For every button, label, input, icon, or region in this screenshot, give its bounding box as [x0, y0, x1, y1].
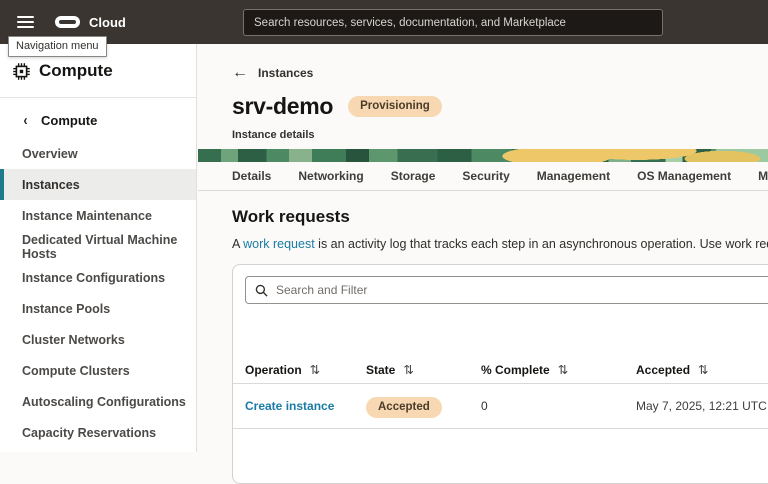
- sidebar: Compute ‹ Compute Overview Instances Ins…: [0, 44, 197, 452]
- sidebar-item-instance-maintenance[interactable]: Instance Maintenance: [0, 200, 196, 231]
- instance-header: ← Instances srv-demo Provisioning Instan…: [198, 44, 768, 141]
- description-suffix: is an activity log that tracks each step…: [315, 237, 768, 251]
- page-subtitle: Instance details: [232, 129, 768, 141]
- column-header-percent-complete: % Complete: [481, 363, 550, 377]
- percent-complete-value: 0: [481, 399, 488, 413]
- breadcrumb-back-link[interactable]: ← Instances: [232, 65, 313, 81]
- sort-icon[interactable]: ⇅: [403, 362, 413, 377]
- operation-link[interactable]: Create instance: [245, 399, 334, 413]
- hamburger-menu-icon[interactable]: [17, 16, 34, 28]
- description-prefix: A: [232, 237, 243, 251]
- work-request-link[interactable]: work request: [243, 237, 315, 251]
- filter-input[interactable]: [276, 283, 768, 297]
- global-search-input[interactable]: [244, 17, 662, 29]
- sidebar-item-instances[interactable]: Instances: [0, 169, 196, 200]
- compute-chip-icon: [13, 63, 30, 80]
- tab-networking[interactable]: Networking: [298, 169, 363, 183]
- column-header-accepted: Accepted: [636, 363, 690, 377]
- tab-security[interactable]: Security: [462, 169, 509, 183]
- section-description: A work request is an activity log that t…: [232, 237, 768, 251]
- global-search: [243, 9, 663, 36]
- work-requests-section: Work requests A work request is an activ…: [198, 207, 768, 484]
- sort-icon[interactable]: ⇅: [558, 362, 568, 377]
- sidebar-nav: Overview Instances Instance Maintenance …: [0, 138, 196, 448]
- tab-management[interactable]: Management: [537, 169, 610, 183]
- accepted-timestamp: May 7, 2025, 12:21 UTC: [636, 399, 767, 413]
- sort-icon[interactable]: ⇅: [310, 362, 320, 377]
- work-requests-card: Operation ⇅ State ⇅ % Complete ⇅ Accepte…: [232, 264, 768, 484]
- table-header-row: Operation ⇅ State ⇅ % Complete ⇅ Accepte…: [233, 356, 768, 384]
- sidebar-title-label: Compute: [39, 61, 113, 81]
- navigation-menu-tooltip: Navigation menu: [8, 36, 107, 57]
- brand-label: Cloud: [89, 15, 126, 30]
- tab-monitoring[interactable]: Monitoring: [758, 169, 768, 183]
- search-icon: [255, 284, 268, 297]
- decorative-banner-image: [198, 149, 768, 162]
- breadcrumb-label: Instances: [258, 66, 313, 80]
- sidebar-back-link[interactable]: ‹ Compute: [0, 98, 196, 138]
- filter-box: [245, 276, 768, 304]
- detail-tabs: Details Networking Storage Security Mana…: [198, 162, 768, 191]
- sidebar-item-dedicated-vm-hosts[interactable]: Dedicated Virtual Machine Hosts: [0, 231, 196, 262]
- section-heading: Work requests: [232, 207, 768, 227]
- sidebar-item-autoscaling-configurations[interactable]: Autoscaling Configurations: [0, 386, 196, 417]
- tab-os-management[interactable]: OS Management: [637, 169, 731, 183]
- sidebar-item-instance-pools[interactable]: Instance Pools: [0, 293, 196, 324]
- oracle-logo-icon: [55, 16, 80, 28]
- main-content: ← Instances srv-demo Provisioning Instan…: [198, 44, 768, 452]
- sidebar-item-capacity-reservations[interactable]: Capacity Reservations: [0, 417, 196, 448]
- sidebar-back-label: Compute: [41, 113, 97, 128]
- column-header-state: State: [366, 363, 395, 377]
- oracle-cloud-logo[interactable]: Cloud: [55, 15, 126, 30]
- sidebar-item-cluster-networks[interactable]: Cluster Networks: [0, 324, 196, 355]
- state-badge: Accepted: [366, 397, 442, 418]
- table-row: Create instance Accepted 0 May 7, 2025, …: [233, 384, 768, 429]
- status-badge: Provisioning: [348, 96, 442, 117]
- top-header: Cloud: [0, 0, 768, 44]
- chevron-left-icon: ‹: [24, 113, 28, 128]
- column-header-operation: Operation: [245, 363, 302, 377]
- tab-details[interactable]: Details: [232, 169, 271, 183]
- page-title: srv-demo: [232, 93, 333, 120]
- sidebar-item-instance-configurations[interactable]: Instance Configurations: [0, 262, 196, 293]
- tab-storage[interactable]: Storage: [391, 169, 436, 183]
- sidebar-item-overview[interactable]: Overview: [0, 138, 196, 169]
- sidebar-item-compute-clusters[interactable]: Compute Clusters: [0, 355, 196, 386]
- sort-icon[interactable]: ⇅: [698, 362, 708, 377]
- back-arrow-icon: ←: [232, 65, 248, 81]
